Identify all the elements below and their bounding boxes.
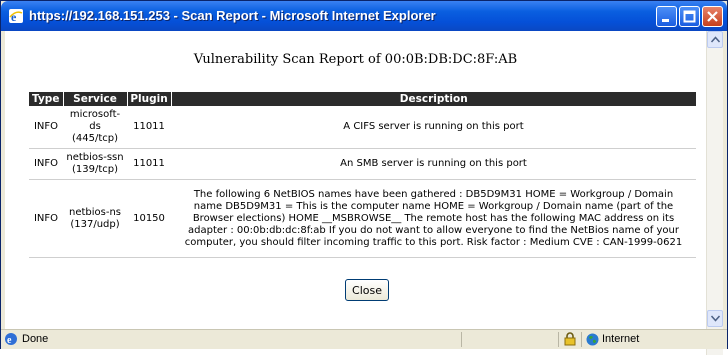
lock-icon: [564, 332, 576, 349]
cell-type: INFO: [29, 106, 63, 149]
close-button[interactable]: Close: [345, 279, 389, 301]
column-header-type: Type: [29, 92, 63, 106]
status-divider: [461, 332, 462, 347]
column-header-plugin: Plugin: [126, 92, 171, 106]
table-row: INFO microsoft-ds (445/tcp) 11011 A CIFS…: [29, 106, 696, 149]
window-title: https://192.168.151.253 - Scan Report - …: [29, 8, 436, 23]
close-window-button[interactable]: [702, 6, 723, 27]
status-divider: [558, 332, 559, 347]
cell-description: An SMB server is running on this port: [171, 148, 696, 180]
table-row: INFO netbios-ns (137/udp) 10150 The foll…: [29, 179, 696, 258]
page-content: Vulnerability Scan Report of 00:0B:DB:DC…: [5, 31, 706, 355]
cell-type: INFO: [29, 179, 63, 258]
minimize-button[interactable]: [656, 6, 677, 27]
vertical-scrollbar[interactable]: [706, 31, 723, 355]
report-title: Vulnerability Scan Report of 00:0B:DB:DC…: [193, 52, 518, 67]
column-header-service: Service: [62, 92, 127, 106]
column-header-description: Description: [170, 92, 696, 106]
ie-page-icon: e: [4, 332, 18, 349]
ie-logo-icon: e: [8, 8, 24, 24]
maximize-button[interactable]: [679, 6, 700, 27]
status-bar: e Done Internet: [1, 329, 727, 349]
cell-service: microsoft-ds (445/tcp): [63, 106, 127, 149]
cell-type: INFO: [29, 148, 63, 180]
cell-service: netbios-ssn (139/tcp): [63, 148, 127, 180]
status-divider: [581, 332, 582, 347]
browser-window: e https://192.168.151.253 - Scan Report …: [0, 0, 728, 355]
scroll-down-button[interactable]: [707, 310, 723, 327]
table-header-row: Type Service Plugin Description: [29, 92, 696, 106]
table-row: INFO netbios-ssn (139/tcp) 11011 An SMB …: [29, 148, 696, 180]
status-text: Done: [22, 333, 49, 345]
cell-plugin: 11011: [127, 148, 171, 180]
cell-description: A CIFS server is running on this port: [171, 106, 696, 149]
cell-description: The following 6 NetBIOS names have been …: [171, 179, 696, 258]
cell-plugin: 11011: [127, 106, 171, 149]
cell-plugin: 10150: [127, 179, 171, 258]
title-bar[interactable]: e https://192.168.151.253 - Scan Report …: [1, 1, 727, 31]
scroll-up-button[interactable]: [707, 31, 723, 48]
cell-service: netbios-ns (137/udp): [63, 179, 127, 258]
security-zone-label: Internet: [602, 333, 640, 345]
scan-report-table: Type Service Plugin Description INFO mic…: [29, 92, 696, 258]
svg-text:e: e: [7, 335, 12, 346]
globe-icon: [586, 333, 599, 349]
